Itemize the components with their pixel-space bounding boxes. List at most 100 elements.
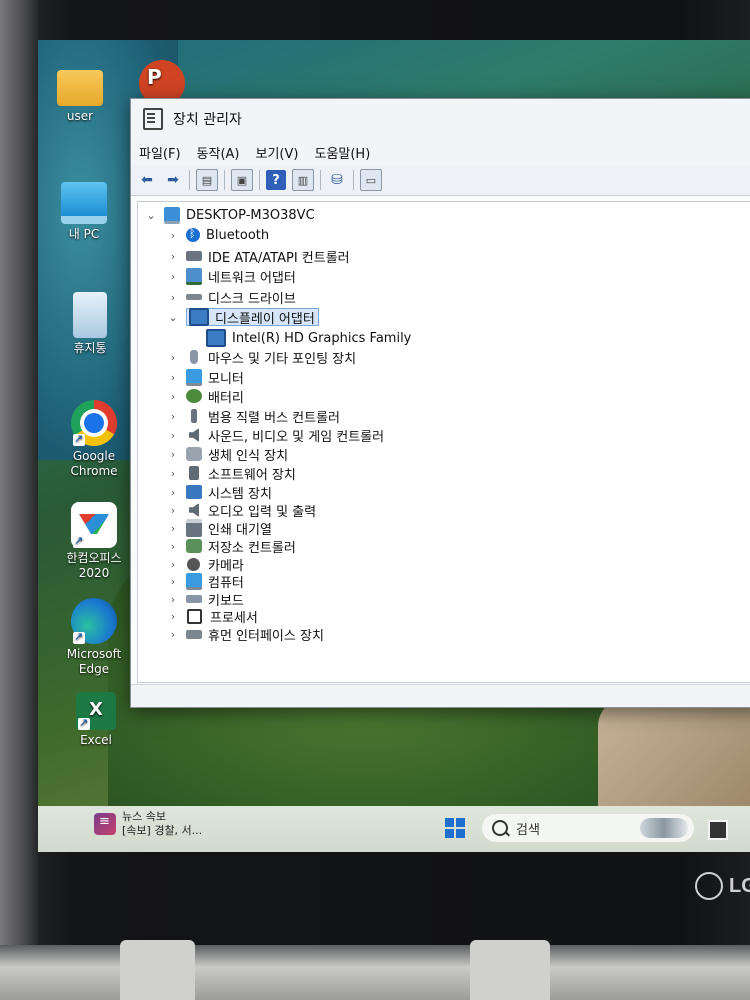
- tree-item-display[interactable]: ⌄ 디스플레이 어댑터: [166, 308, 319, 327]
- chevron-right-icon[interactable]: ›: [166, 504, 180, 517]
- menu-help[interactable]: 도움말(H): [314, 143, 370, 162]
- device-manager-window[interactable]: 장치 관리자 파일(F) 동작(A) 보기(V) 도움말(H) ⬅ ➡ ▤ ▣ …: [130, 98, 750, 708]
- taskbar-search[interactable]: 검색: [482, 814, 694, 842]
- chevron-down-icon[interactable]: ⌄: [166, 311, 180, 324]
- chevron-right-icon[interactable]: ›: [166, 522, 180, 535]
- desktop-icon-chrome[interactable]: Google Chrome: [54, 400, 134, 479]
- tree-item-biometric[interactable]: › 생체 인식 장치: [166, 445, 288, 464]
- storage-controller-icon: [186, 539, 202, 553]
- window-title: 장치 관리자: [173, 112, 242, 128]
- menu-file[interactable]: 파일(F): [139, 143, 181, 162]
- toolbar-divider: [320, 170, 321, 190]
- tree-root[interactable]: ⌄ DESKTOP-M3O38VC: [144, 206, 315, 224]
- tree-item-usb[interactable]: › 범용 직렬 버스 컨트롤러: [166, 407, 340, 426]
- battery-icon: [186, 389, 202, 403]
- view-resources-icon[interactable]: ▥: [292, 169, 314, 191]
- chevron-right-icon[interactable]: ›: [166, 486, 180, 499]
- tree-item-disk[interactable]: › 디스크 드라이브: [166, 288, 296, 307]
- bluetooth-icon: [186, 227, 200, 242]
- news-widget[interactable]: 뉴스 속보 [속보] 경찰, 서...: [94, 810, 202, 838]
- menu-action[interactable]: 동작(A): [197, 143, 240, 162]
- scan-hardware-icon[interactable]: ⛁: [327, 170, 347, 190]
- chevron-right-icon[interactable]: ›: [166, 291, 180, 304]
- lg-logo-icon: [695, 872, 723, 900]
- chevron-right-icon[interactable]: ›: [166, 410, 180, 423]
- forward-arrow-icon[interactable]: ➡: [163, 170, 183, 190]
- wallpaper-cliff: [598, 690, 750, 810]
- monitor-icon: [186, 368, 202, 386]
- chevron-right-icon[interactable]: ›: [166, 371, 180, 384]
- start-button[interactable]: [445, 818, 465, 838]
- update-driver-icon[interactable]: ▣: [231, 169, 253, 191]
- help-icon[interactable]: ?: [266, 170, 286, 190]
- audio-io-icon: [189, 503, 199, 517]
- print-queue-icon: [186, 519, 202, 537]
- chevron-right-icon[interactable]: ›: [166, 351, 180, 364]
- hinge-right: [470, 940, 550, 1000]
- taskbar-app-icon[interactable]: [708, 820, 728, 840]
- tree-item-hid[interactable]: › 휴먼 인터페이스 장치: [166, 625, 324, 644]
- hinge-left: [120, 940, 195, 1000]
- tree-item-intel-graphics[interactable]: Intel(R) HD Graphics Family: [206, 329, 411, 347]
- selected-item[interactable]: 디스플레이 어댑터: [186, 308, 319, 327]
- tree-item-monitor[interactable]: › 모니터: [166, 368, 244, 387]
- hancom-office-icon: [71, 502, 117, 548]
- tree-item-mouse[interactable]: › 마우스 및 기타 포인팅 장치: [166, 348, 356, 367]
- chevron-right-icon[interactable]: ›: [166, 448, 180, 461]
- tree-item-sound[interactable]: › 사운드, 비디오 및 게임 컨트롤러: [166, 426, 384, 445]
- chevron-right-icon[interactable]: ›: [166, 390, 180, 403]
- properties-icon[interactable]: ▤: [196, 169, 218, 191]
- desktop-icon-hancom[interactable]: 한컴오피스 2020: [54, 502, 134, 581]
- desktop-icon-user[interactable]: user: [40, 62, 120, 124]
- tree-item-audio-io[interactable]: › 오디오 입력 및 출력: [166, 501, 316, 520]
- chevron-right-icon[interactable]: ›: [166, 610, 180, 623]
- tree-item-camera[interactable]: › 카메라: [166, 555, 244, 574]
- tree-item-keyboard[interactable]: › 키보드: [166, 590, 244, 609]
- tree-item-software-device[interactable]: › 소프트웨어 장치: [166, 464, 296, 483]
- desktop-icon-recycle-bin[interactable]: 휴지통: [50, 292, 130, 356]
- chevron-right-icon[interactable]: ›: [166, 467, 180, 480]
- chevron-right-icon[interactable]: ›: [166, 575, 180, 588]
- shortcut-arrow-icon: [78, 715, 90, 730]
- desktop-icon-this-pc[interactable]: 내 PC: [44, 182, 124, 242]
- chevron-right-icon[interactable]: ›: [166, 270, 180, 283]
- menu-bar: 파일(F) 동작(A) 보기(V) 도움말(H): [131, 139, 750, 165]
- toolbar-divider: [353, 170, 354, 190]
- tree-item-network[interactable]: › 네트워크 어댑터: [166, 267, 296, 286]
- computer-icon: [164, 206, 180, 224]
- tree-item-system-device[interactable]: › 시스템 장치: [166, 483, 272, 502]
- tree-item-computer[interactable]: › 컴퓨터: [166, 572, 244, 591]
- taskbar: 뉴스 속보 [속보] 경찰, 서... 검색: [38, 806, 750, 852]
- title-bar[interactable]: 장치 관리자: [131, 99, 750, 139]
- chevron-right-icon[interactable]: ›: [166, 628, 180, 641]
- tree-item-print-queue[interactable]: › 인쇄 대기열: [166, 519, 272, 538]
- chevron-right-icon[interactable]: ›: [166, 540, 180, 553]
- tree-item-bluetooth[interactable]: › Bluetooth: [166, 226, 269, 244]
- tree-item-storage[interactable]: › 저장소 컨트롤러: [166, 537, 296, 556]
- desktop-icon-edge[interactable]: Microsoft Edge: [54, 598, 134, 677]
- chevron-right-icon[interactable]: ›: [166, 229, 180, 242]
- tree-item-battery[interactable]: › 배터리: [166, 387, 244, 406]
- desktop-icon-excel[interactable]: Excel: [66, 692, 126, 748]
- tree-item-processor[interactable]: › 프로세서: [166, 607, 258, 626]
- keyboard-icon: [186, 595, 202, 603]
- toolbar-divider: [224, 170, 225, 190]
- tree-item-ide[interactable]: › IDE ATA/ATAPI 컨트롤러: [166, 247, 350, 266]
- folder-icon: [57, 70, 103, 106]
- processor-icon: [187, 608, 202, 624]
- menu-view[interactable]: 보기(V): [256, 143, 299, 162]
- excel-icon: [76, 692, 116, 730]
- device-tree: ⌄ DESKTOP-M3O38VC › Bluetooth › IDE ATA/…: [137, 201, 750, 683]
- chrome-icon: [71, 400, 117, 446]
- display-adapter-icon: [189, 308, 209, 326]
- hid-icon: [186, 629, 202, 639]
- disk-drive-icon: [186, 294, 202, 300]
- chevron-down-icon[interactable]: ⌄: [144, 209, 158, 222]
- chevron-right-icon[interactable]: ›: [166, 429, 180, 442]
- chevron-right-icon[interactable]: ›: [166, 593, 180, 606]
- news-title: 뉴스 속보: [122, 810, 166, 823]
- chevron-right-icon[interactable]: ›: [166, 558, 180, 571]
- monitor-view-icon[interactable]: ▭: [360, 169, 382, 191]
- chevron-right-icon[interactable]: ›: [166, 250, 180, 263]
- back-arrow-icon[interactable]: ⬅: [137, 170, 157, 190]
